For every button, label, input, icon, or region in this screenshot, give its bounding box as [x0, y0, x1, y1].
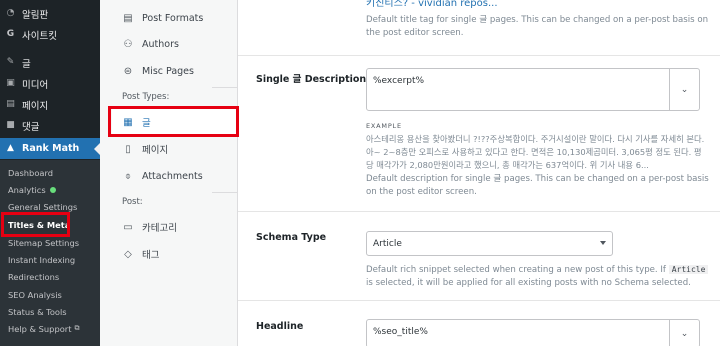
schema-help-code: Article: [668, 265, 709, 274]
menu-label: 페이지: [22, 100, 49, 112]
submenu-dashboard[interactable]: Dashboard: [0, 164, 100, 181]
submenu-label: Instant Indexing: [8, 254, 76, 265]
speedometer-icon: ◔: [6, 8, 15, 18]
menu-label: Rank Math: [22, 143, 80, 154]
admin-sidebar: ◔ 알림판 G 사이트킷 ✎ 글 ▣ 미디어 ▤ 페이지 ■ 댓글 ▲ Rank…: [0, 0, 100, 346]
tab-label: Post Formats: [142, 12, 204, 24]
page-icon: ▯: [125, 143, 131, 155]
menu-media[interactable]: ▣ 미디어: [0, 73, 100, 94]
caret-down-icon: [600, 241, 606, 245]
tab-post-type-page[interactable]: ▯ 페이지: [112, 136, 238, 162]
menu-label: 댓글: [22, 121, 40, 133]
submenu-label: Status & Tools: [8, 306, 67, 317]
authors-icon: ⚇: [123, 38, 133, 50]
schema-help-text: Default rich snippet selected when creat…: [366, 263, 716, 290]
description-value: %excerpt%: [373, 76, 425, 86]
schema-type-value: Article: [373, 239, 402, 249]
menu-label: 사이트킷: [22, 30, 57, 42]
schema-type-select[interactable]: Article: [366, 231, 613, 256]
menu-comments[interactable]: ■ 댓글: [0, 115, 100, 136]
example-text: 아스테리옹 용산을 찾아봤더니 ?!??주상복합이다. 주거시설이란 말이다. …: [366, 134, 705, 170]
description-input[interactable]: %excerpt% ⌄: [366, 68, 700, 111]
post-types-heading: Post Types:: [122, 92, 170, 102]
submenu-analytics[interactable]: Analytics: [0, 181, 100, 198]
misc-pages-icon: ⊜: [123, 65, 133, 77]
tab-authors[interactable]: ⚇ Authors: [112, 31, 238, 57]
submenu-label: Redirections: [8, 271, 60, 282]
submenu-instant-indexing[interactable]: Instant Indexing: [0, 251, 100, 268]
headline-input[interactable]: %seo_title% ⌄: [366, 319, 700, 346]
headline-value: %seo_title%: [373, 327, 428, 337]
description-label: Single 글 Description: [256, 74, 367, 85]
post-heading: Post:: [122, 197, 143, 207]
media-icon: ▣: [6, 78, 15, 88]
settings-panel: 키친티스? - vividian repos... Default title …: [238, 0, 720, 346]
highlight-box-titles-meta: [1, 212, 70, 237]
comment-icon: ■: [6, 120, 15, 130]
chevron-down-icon: ⌄: [680, 328, 689, 339]
chevron-down-icon: ⌄: [680, 84, 689, 95]
tab-taxonomy-category[interactable]: ▭ 카테고리: [112, 214, 238, 240]
status-dot: [49, 186, 56, 193]
page-icon: ▤: [6, 99, 15, 109]
tab-label: 카테고리: [142, 223, 177, 234]
rank-math-icon: ▲: [7, 143, 14, 153]
headline-label: Headline: [256, 321, 304, 332]
tab-label: Authors: [142, 38, 179, 50]
row-divider: [238, 211, 720, 212]
menu-label: 알림판: [22, 9, 49, 21]
variables-dropdown-button[interactable]: ⌄: [669, 69, 699, 110]
submenu-label: Analytics: [8, 184, 46, 195]
submenu-status-tools[interactable]: Status & Tools: [0, 303, 100, 320]
example-label: EXAMPLE: [366, 122, 402, 130]
row-divider: [238, 55, 720, 56]
tab-label: Misc Pages: [142, 65, 194, 77]
settings-tabs: ▤ Post Formats ⚇ Authors ⊜ Misc Pages Po…: [100, 0, 338, 346]
row-divider: [238, 300, 720, 301]
schema-help-part: Default rich snippet selected when creat…: [366, 265, 666, 275]
g-logo-icon: G: [6, 29, 15, 39]
menu-posts[interactable]: ✎ 글: [0, 52, 100, 73]
submenu-label: Help & Support: [8, 323, 72, 334]
menu-label: 글: [22, 58, 31, 70]
menu-sitekit[interactable]: G 사이트킷: [0, 24, 100, 45]
title-preview-link[interactable]: 키친티스? - vividian repos...: [366, 0, 498, 9]
tag-icon: ◇: [124, 248, 132, 260]
submenu-redirections[interactable]: Redirections: [0, 268, 100, 285]
tab-misc-pages[interactable]: ⊜ Misc Pages: [112, 58, 238, 84]
menu-rank-math[interactable]: ▲ Rank Math: [0, 138, 100, 159]
folder-icon: ▭: [123, 221, 133, 233]
tab-label: 태그: [142, 250, 160, 261]
submenu-seo-analysis[interactable]: SEO Analysis: [0, 286, 100, 303]
menu-label: 미디어: [22, 79, 49, 91]
submenu-help-support[interactable]: Help & Support ⧉: [0, 320, 100, 337]
title-help-text: Default title tag for single 글 pages. Th…: [366, 15, 709, 38]
tab-post-type-attachments[interactable]: ⌽ Attachments: [112, 163, 238, 189]
submenu-label: General Settings: [8, 201, 78, 212]
menu-dashboard[interactable]: ◔ 알림판: [0, 3, 100, 24]
tab-post-formats[interactable]: ▤ Post Formats: [112, 5, 238, 31]
highlight-box-post-tab: [108, 106, 239, 137]
menu-pages[interactable]: ▤ 페이지: [0, 94, 100, 115]
description-help-text: Default description for single 글 pages. …: [366, 174, 709, 197]
submenu-label: Sitemap Settings: [8, 237, 80, 248]
attachment-icon: ⌽: [125, 170, 131, 182]
tab-label: Attachments: [142, 170, 203, 182]
submenu-label: SEO Analysis: [8, 289, 62, 300]
external-link-icon: ⧉: [74, 324, 80, 332]
post-formats-icon: ▤: [123, 12, 133, 24]
variables-dropdown-button[interactable]: ⌄: [669, 320, 699, 346]
schema-help-part: is selected, it will be applied for all …: [366, 278, 691, 288]
tab-label: 페이지: [142, 145, 169, 156]
tab-taxonomy-tag[interactable]: ◇ 태그: [112, 241, 238, 267]
rank-math-submenu: Dashboard Analytics General Settings Tit…: [0, 160, 100, 346]
pin-icon: ✎: [6, 57, 15, 67]
schema-type-label: Schema Type: [256, 232, 327, 243]
submenu-label: Dashboard: [8, 167, 54, 178]
